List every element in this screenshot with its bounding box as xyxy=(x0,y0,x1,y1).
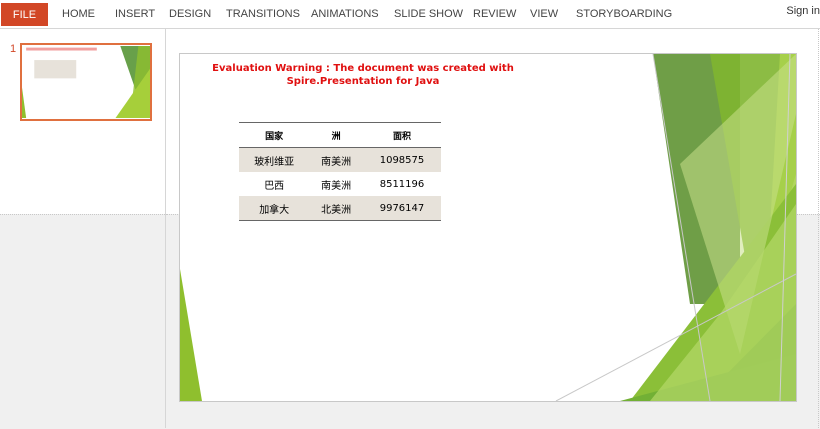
table-row: 巴西 南美洲 8511196 xyxy=(239,172,441,196)
slide-thumbnail-pane: 1 xyxy=(0,29,166,429)
table-cell: 南美洲 xyxy=(321,180,352,192)
table-cell: 巴西 xyxy=(264,180,285,192)
vertical-scrollbar[interactable] xyxy=(817,29,819,428)
tab-storyboarding[interactable]: STORYBOARDING xyxy=(576,8,672,20)
table-header-cell: 国家 xyxy=(239,122,310,148)
table-row: 加拿大 北美洲 9976147 xyxy=(239,196,441,221)
tab-review[interactable]: REVIEW xyxy=(473,8,516,20)
tab-home[interactable]: HOME xyxy=(62,8,95,20)
tab-design[interactable]: DESIGN xyxy=(169,8,211,20)
table-header-cell: 洲 xyxy=(309,122,363,148)
thumbnail-pane-empty-area xyxy=(0,214,165,429)
evaluation-warning-text: Evaluation Warning : The document was cr… xyxy=(212,63,514,87)
tab-slide-show[interactable]: SLIDE SHOW xyxy=(394,8,463,20)
tab-view[interactable]: VIEW xyxy=(530,8,558,20)
slide-thumbnail[interactable] xyxy=(20,43,152,121)
table-cell: 8511196 xyxy=(379,178,425,190)
country-area-table[interactable]: 国家 洲 面积 玻利维亚 南美洲 1098575 巴西 南美洲 8511196 … xyxy=(239,122,441,221)
slide-canvas[interactable]: Evaluation Warning : The document was cr… xyxy=(179,53,797,402)
tab-insert[interactable]: INSERT xyxy=(115,8,155,20)
table-cell: 9976147 xyxy=(362,196,441,221)
ribbon: FILE HOME INSERT DESIGN TRANSITIONS ANIM… xyxy=(0,0,820,29)
slide-number: 1 xyxy=(10,43,17,55)
table-cell: 加拿大 xyxy=(239,196,310,221)
table-row: 玻利维亚 南美洲 1098575 xyxy=(239,147,441,172)
table-cell: 北美洲 xyxy=(309,196,363,221)
file-tab[interactable]: FILE xyxy=(1,3,48,26)
table-cell: 玻利维亚 xyxy=(239,147,310,172)
sign-in-link[interactable]: Sign in xyxy=(786,5,820,17)
tab-transitions[interactable]: TRANSITIONS xyxy=(226,8,300,20)
table-header-cell: 面积 xyxy=(362,122,441,148)
table-cell: 南美洲 xyxy=(309,147,363,172)
table-header-row: 国家 洲 面积 xyxy=(239,122,441,148)
thumbnail-preview xyxy=(22,45,150,119)
slide-background-shapes xyxy=(180,54,796,401)
tab-animations[interactable]: ANIMATIONS xyxy=(311,8,379,20)
table-cell: 1098575 xyxy=(362,147,441,172)
